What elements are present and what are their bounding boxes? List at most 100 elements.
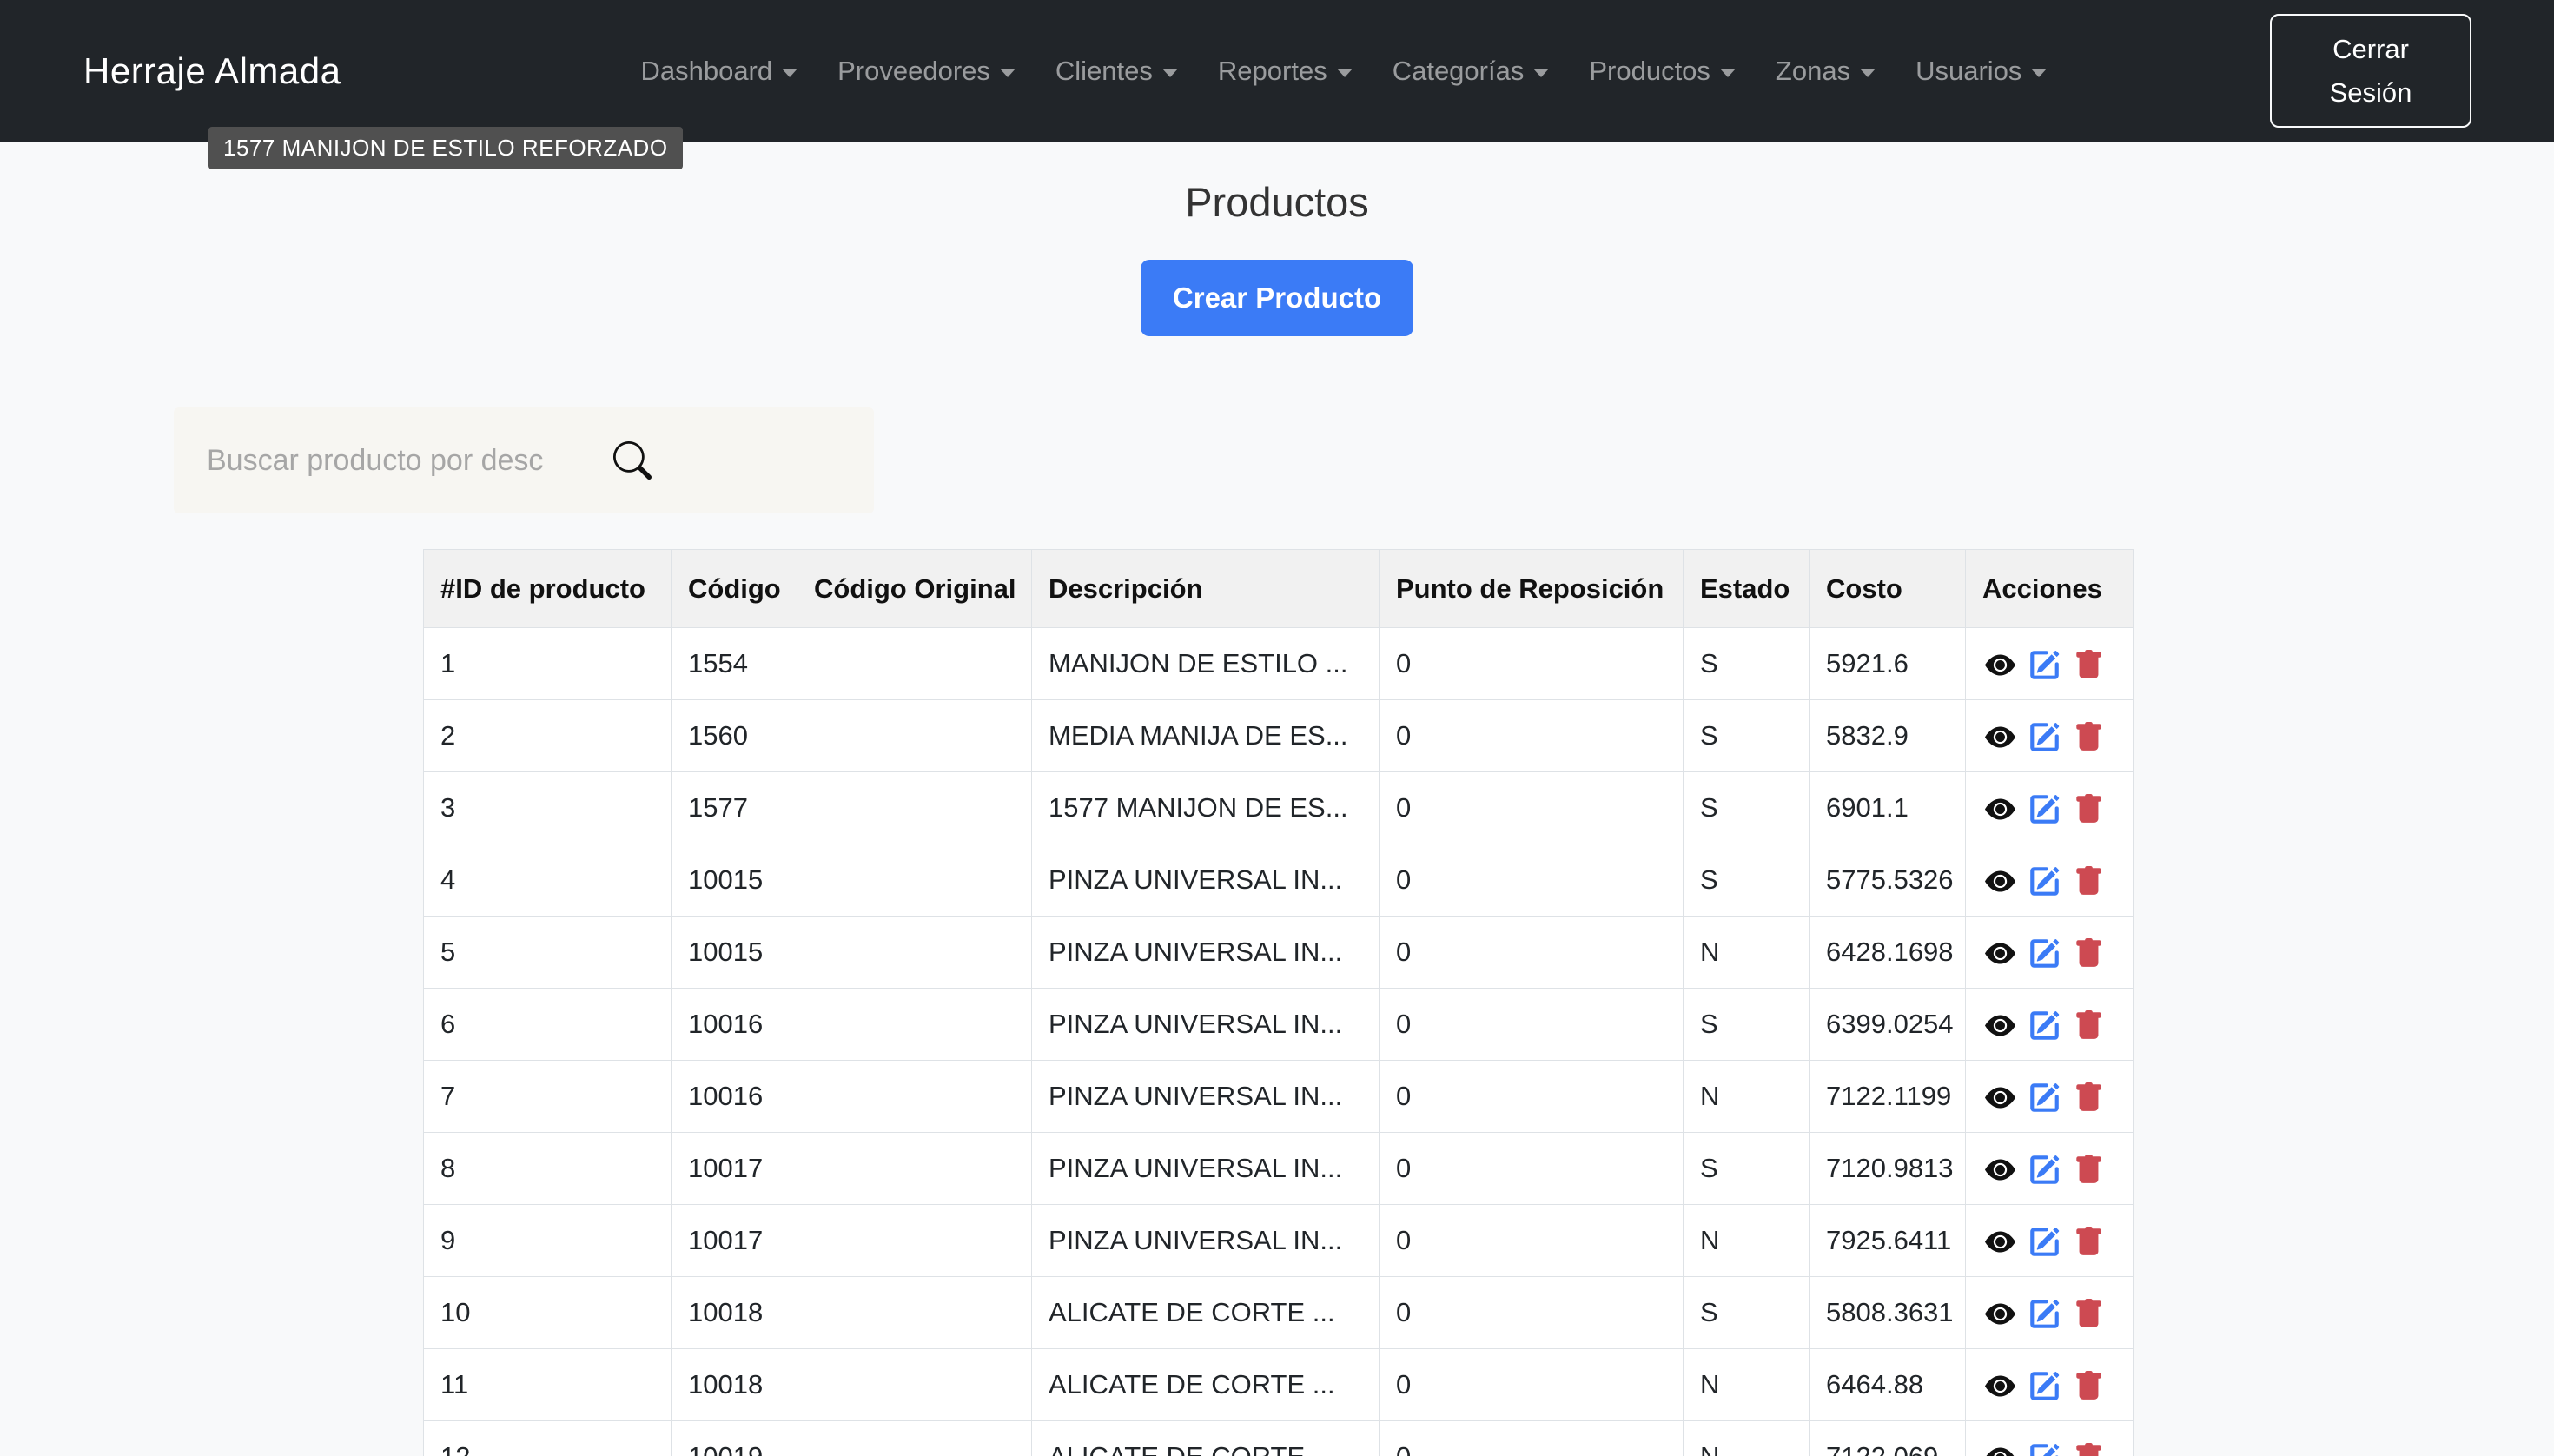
header-descripcion: Descripción (1032, 550, 1380, 628)
delete-product-button[interactable] (2067, 1010, 2111, 1041)
trash-icon (2074, 1299, 2104, 1329)
delete-product-button[interactable] (2067, 1227, 2111, 1257)
cell-descripcion: ALICATE DE CORTE ... (1032, 1277, 1380, 1349)
delete-product-button[interactable] (2067, 1155, 2111, 1185)
cell-estado: S (1684, 628, 1810, 700)
delete-product-button[interactable] (2067, 866, 2111, 897)
edit-product-button[interactable] (2022, 1371, 2067, 1401)
edit-product-button[interactable] (2022, 1443, 2067, 1456)
header-punto-reposicion: Punto de Reposición (1380, 550, 1684, 628)
nav-item-dashboard[interactable]: Dashboard (640, 56, 797, 87)
brand[interactable]: Herraje Almada (83, 50, 341, 92)
create-product-button[interactable]: Crear Producto (1141, 260, 1413, 336)
delete-product-button[interactable] (2067, 650, 2111, 680)
cell-estado: S (1684, 700, 1810, 772)
delete-product-button[interactable] (2067, 794, 2111, 824)
cell-codigo: 10018 (672, 1277, 797, 1349)
pencil-square-icon (2029, 1443, 2060, 1456)
nav-item-label: Clientes (1055, 56, 1153, 87)
cell-acciones (1966, 844, 2134, 917)
cell-descripcion: ALICATE DE CORTE ... (1032, 1349, 1380, 1421)
cell-descripcion: 1577 MANIJON DE ES... (1032, 772, 1380, 844)
nav-item-categorias[interactable]: Categorías (1393, 56, 1550, 87)
cell-punto-reposicion: 0 (1380, 1061, 1684, 1133)
view-product-button[interactable] (1978, 938, 2022, 969)
view-product-button[interactable] (1978, 794, 2022, 824)
search-input[interactable] (207, 444, 589, 478)
pencil-square-icon (2029, 1299, 2060, 1329)
cell-codigo-original (797, 1277, 1032, 1349)
nav-item-reportes[interactable]: Reportes (1218, 56, 1353, 87)
trash-icon (2074, 1010, 2104, 1041)
nav-item-label: Proveedores (837, 56, 990, 87)
logout-button[interactable]: Cerrar Sesión (2270, 14, 2471, 128)
header-codigo-original: Código Original (797, 550, 1032, 628)
delete-product-button[interactable] (2067, 1299, 2111, 1329)
view-product-button[interactable] (1978, 650, 2022, 680)
trash-icon (2074, 866, 2104, 897)
trash-icon (2074, 1082, 2104, 1113)
cell-codigo: 1554 (672, 628, 797, 700)
eye-icon (1985, 1227, 2015, 1257)
view-product-button[interactable] (1978, 1082, 2022, 1113)
view-product-button[interactable] (1978, 1227, 2022, 1257)
cell-codigo-original (797, 989, 1032, 1061)
edit-product-button[interactable] (2022, 1155, 2067, 1185)
edit-product-button[interactable] (2022, 1227, 2067, 1257)
trash-icon (2074, 1227, 2104, 1257)
cell-acciones (1966, 772, 2134, 844)
cell-descripcion: PINZA UNIVERSAL IN... (1032, 1061, 1380, 1133)
nav-item-zonas[interactable]: Zonas (1776, 56, 1876, 87)
search-icon[interactable] (613, 441, 652, 480)
edit-product-button[interactable] (2022, 866, 2067, 897)
edit-product-button[interactable] (2022, 650, 2067, 680)
view-product-button[interactable] (1978, 1010, 2022, 1041)
view-product-button[interactable] (1978, 866, 2022, 897)
cell-descripcion: PINZA UNIVERSAL IN... (1032, 989, 1380, 1061)
nav-item-proveedores[interactable]: Proveedores (837, 56, 1016, 87)
delete-product-button[interactable] (2067, 1443, 2111, 1456)
edit-product-button[interactable] (2022, 794, 2067, 824)
delete-product-button[interactable] (2067, 938, 2111, 969)
cell-acciones (1966, 1205, 2134, 1277)
cell-estado: N (1684, 1061, 1810, 1133)
delete-product-button[interactable] (2067, 1082, 2111, 1113)
cell-codigo: 10018 (672, 1349, 797, 1421)
cell-costo: 5808.3631 (1810, 1277, 1966, 1349)
chevron-down-icon (1337, 69, 1353, 77)
cell-id: 1 (424, 628, 672, 700)
cell-estado: S (1684, 844, 1810, 917)
table-row: 710016PINZA UNIVERSAL IN...0N7122.1199 (424, 1061, 2134, 1133)
eye-icon (1985, 1443, 2015, 1456)
delete-product-button[interactable] (2067, 722, 2111, 752)
cell-descripcion: MANIJON DE ESTILO ... (1032, 628, 1380, 700)
edit-product-button[interactable] (2022, 1010, 2067, 1041)
view-product-button[interactable] (1978, 722, 2022, 752)
eye-icon (1985, 722, 2015, 752)
chevron-down-icon (782, 69, 797, 77)
cell-descripcion: PINZA UNIVERSAL IN... (1032, 1205, 1380, 1277)
cell-acciones (1966, 917, 2134, 989)
edit-product-button[interactable] (2022, 1299, 2067, 1329)
cell-id: 9 (424, 1205, 672, 1277)
delete-product-button[interactable] (2067, 1371, 2111, 1401)
pencil-square-icon (2029, 1371, 2060, 1401)
view-product-button[interactable] (1978, 1155, 2022, 1185)
view-product-button[interactable] (1978, 1299, 2022, 1329)
view-product-button[interactable] (1978, 1371, 2022, 1401)
nav-item-usuarios[interactable]: Usuarios (1916, 56, 2047, 87)
nav-item-productos[interactable]: Productos (1589, 56, 1736, 87)
edit-product-button[interactable] (2022, 1082, 2067, 1113)
cell-costo: 5775.5326 (1810, 844, 1966, 917)
cell-costo: 6464.88 (1810, 1349, 1966, 1421)
nav-item-label: Zonas (1776, 56, 1850, 87)
cell-id: 3 (424, 772, 672, 844)
eye-icon (1985, 938, 2015, 969)
cell-descripcion: PINZA UNIVERSAL IN... (1032, 844, 1380, 917)
edit-product-button[interactable] (2022, 938, 2067, 969)
nav-item-clientes[interactable]: Clientes (1055, 56, 1178, 87)
view-product-button[interactable] (1978, 1443, 2022, 1456)
cell-codigo-original (797, 628, 1032, 700)
edit-product-button[interactable] (2022, 722, 2067, 752)
cell-estado: N (1684, 1349, 1810, 1421)
